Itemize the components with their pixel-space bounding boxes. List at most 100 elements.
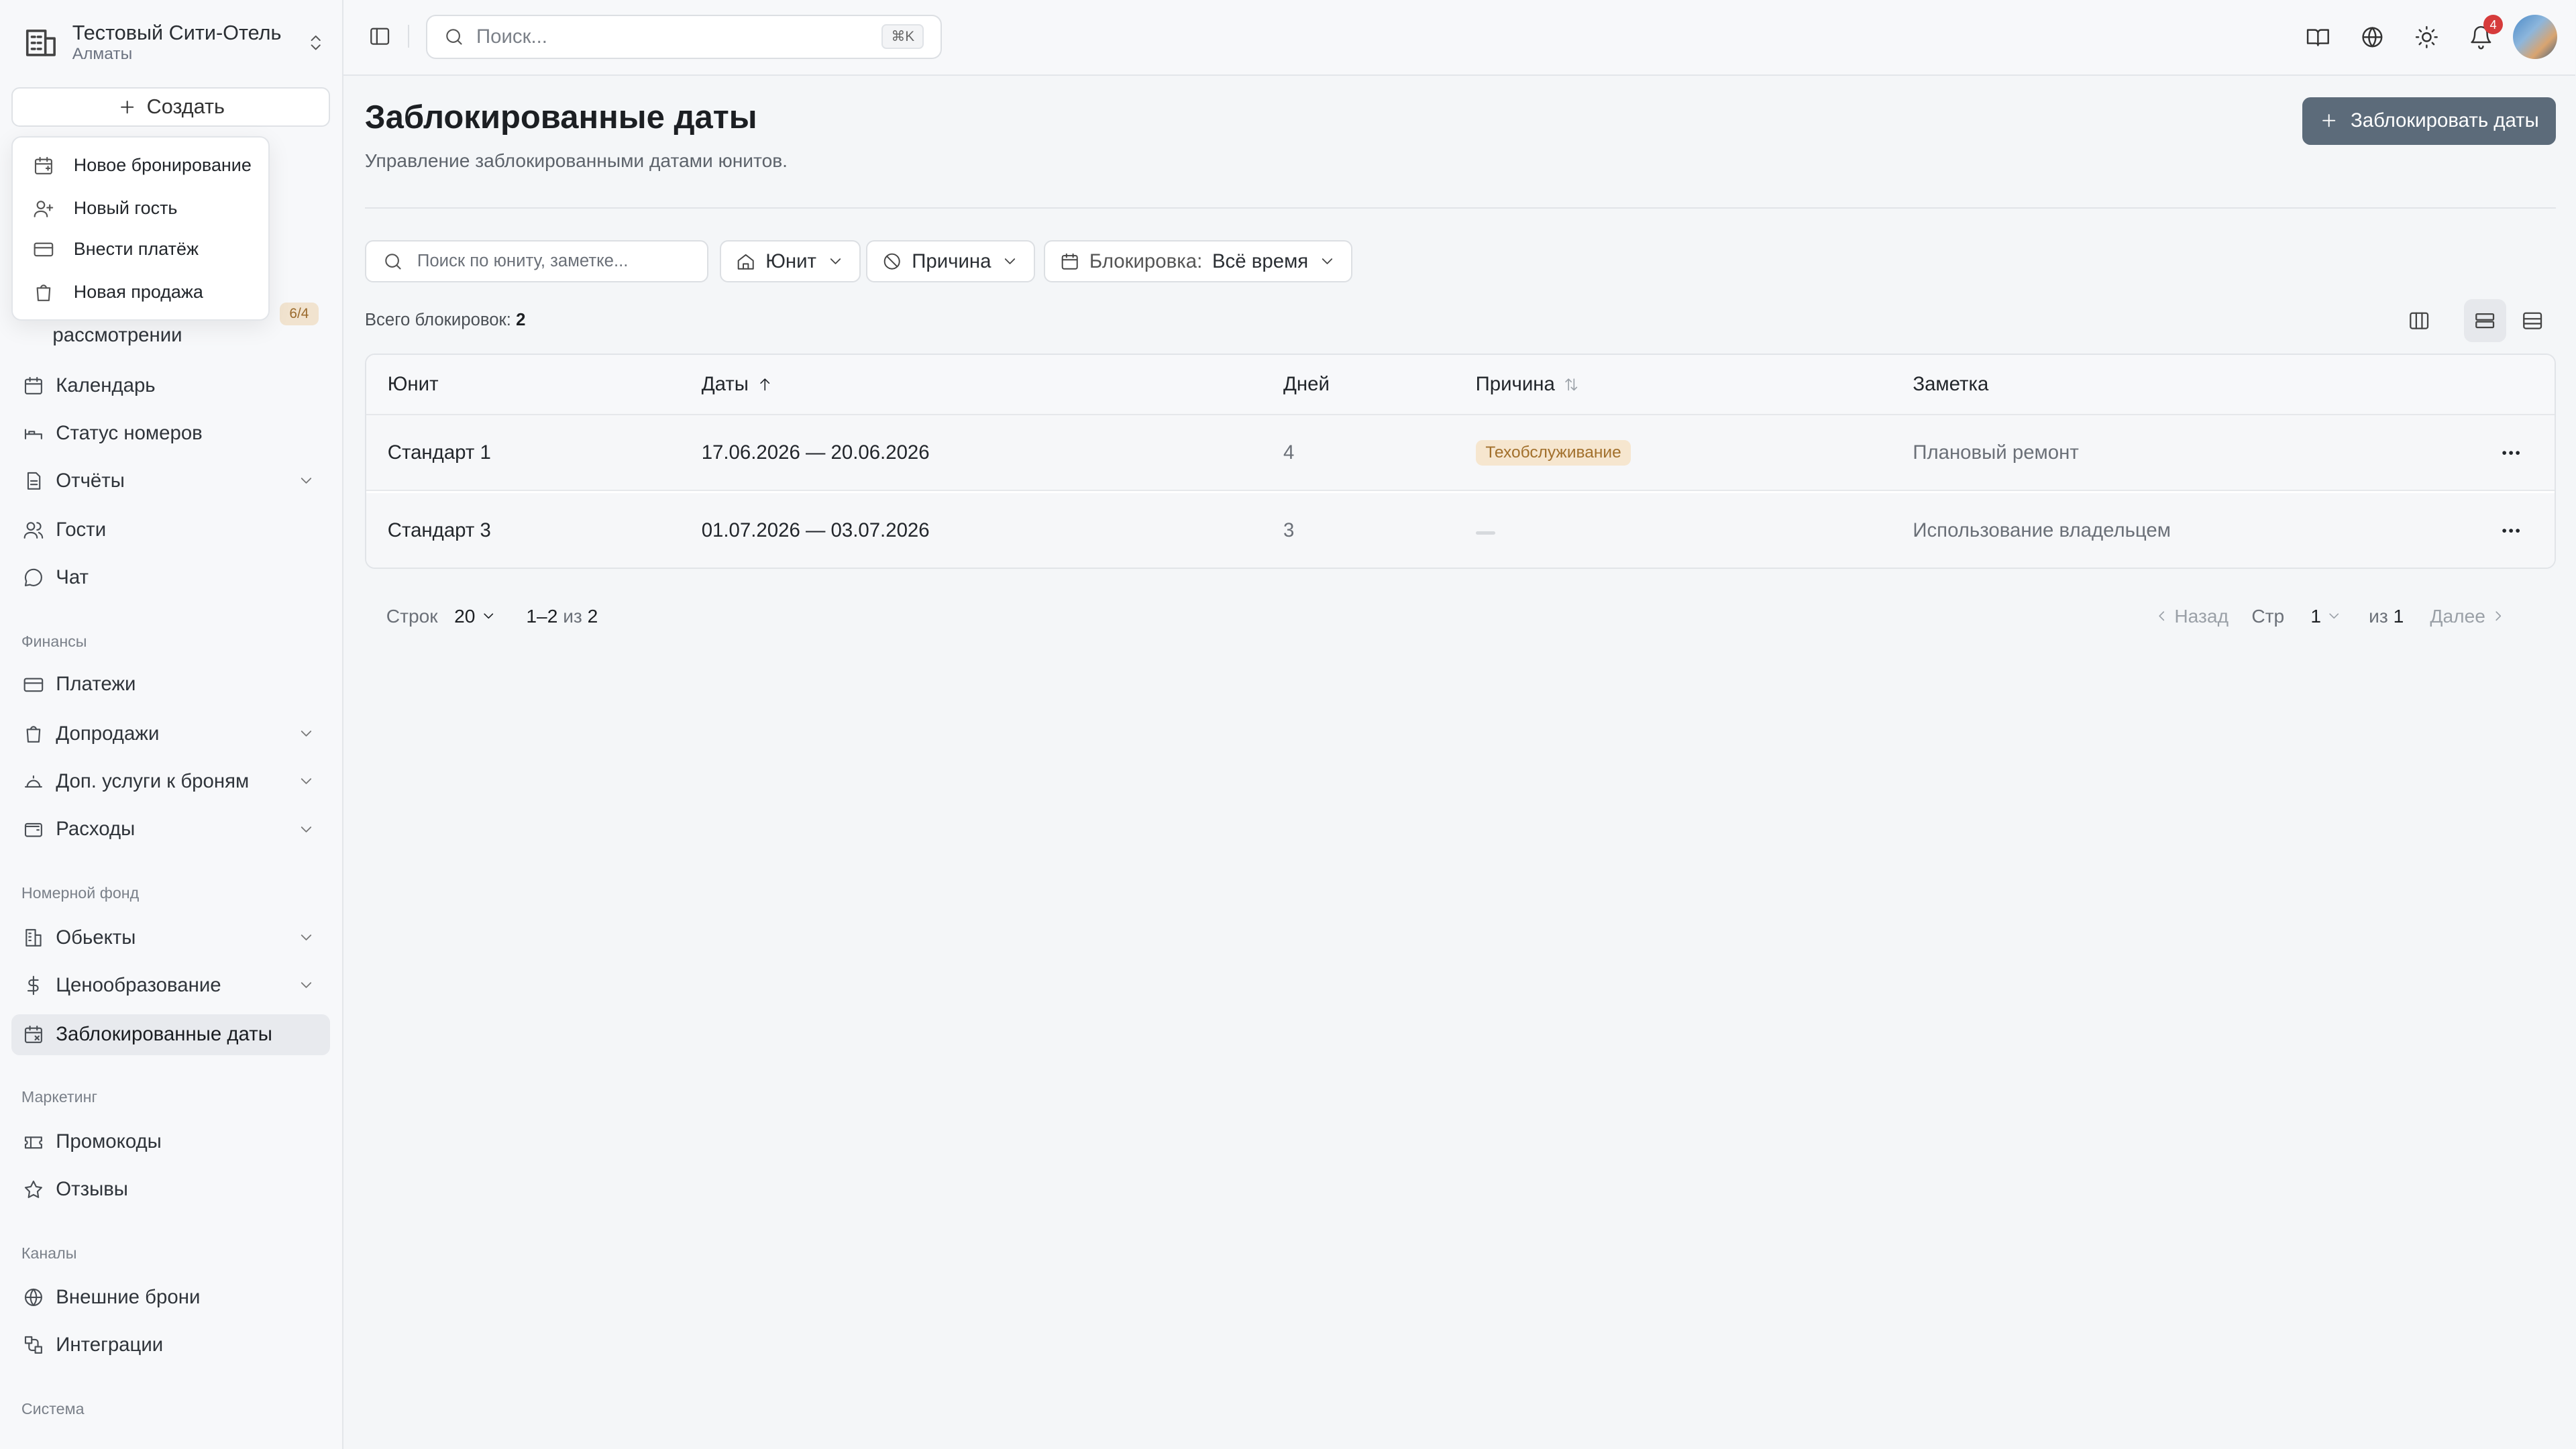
page-value: 1 (2310, 605, 2322, 627)
sidebar: Тестовый Сити-Отель Алматы Создать 6/4 р… (0, 0, 344, 1449)
cell-note: Использование владельцем (1913, 519, 2171, 541)
sort-asc-icon (760, 378, 770, 391)
sidebar-item-label: Отзывы (56, 1177, 128, 1200)
integration-icon (25, 1336, 43, 1354)
chevron-down-icon (301, 778, 312, 785)
hotel-switcher[interactable]: Тестовый Сити-Отель Алматы (23, 18, 325, 68)
next-label: Далее (2430, 605, 2485, 627)
column-label: Дней (1283, 373, 1330, 396)
reason-filter-label: Причина (912, 250, 991, 272)
book-icon[interactable] (2306, 25, 2330, 50)
compact-view-button[interactable] (2512, 299, 2555, 342)
sidebar-item-external-bookings[interactable]: Внешние брони (11, 1277, 330, 1318)
page-select[interactable]: 1 (2310, 605, 2343, 627)
table-row[interactable]: Стандарт 1 17.06.2026 — 20.06.2026 4 Тех… (366, 415, 2555, 492)
cell-days: 3 (1283, 519, 1295, 541)
sidebar-item-reviews[interactable]: Отзывы (11, 1169, 330, 1210)
sidebar-item-expenses[interactable]: Расходы (11, 808, 330, 849)
sidebar-item-reports[interactable]: Отчёты (11, 460, 330, 501)
card-icon (23, 678, 44, 692)
table-search-input[interactable] (417, 252, 697, 272)
total-count: Всего блокировок: 2 (365, 311, 526, 330)
menu-item-label: Новый гость (73, 198, 178, 219)
chevron-down-icon (484, 613, 493, 619)
menu-item-new-guest[interactable]: Новый гость (13, 189, 271, 228)
table-header: Юнит Даты Дней Причина Заметка (366, 354, 2555, 416)
pagination: Назад Стр 1 из 1 Далее (2153, 602, 2507, 631)
rows-icon (2475, 313, 2495, 328)
sidebar-toggle-icon[interactable] (368, 25, 391, 48)
more-horizontal-icon[interactable] (2500, 441, 2522, 464)
column-header-unit[interactable]: Юнит (388, 355, 439, 415)
sidebar-item-chat[interactable]: Чат (11, 557, 330, 598)
sidebar-item-room-status[interactable]: Статус номеров (11, 413, 330, 453)
chevron-down-icon (301, 934, 312, 941)
column-header-note[interactable]: Заметка (1913, 355, 1988, 415)
sidebar-item-booking-extras[interactable]: Доп. услуги к броням (11, 761, 330, 802)
hotel-city: Алматы (72, 45, 133, 64)
table-search[interactable] (364, 239, 708, 283)
language-globe-icon[interactable] (2360, 25, 2385, 50)
notification-count-badge: 4 (2483, 15, 2504, 35)
column-label: Юнит (387, 373, 439, 396)
sidebar-item-calendar[interactable]: Календарь (11, 365, 330, 406)
pending-count-badge: 6/4 (279, 302, 319, 326)
menu-item-new-booking[interactable]: Новое бронирование (13, 146, 271, 186)
chevron-left-icon (2158, 611, 2164, 621)
sidebar-item-blocked-dates[interactable]: Заблокированные даты (11, 1014, 331, 1055)
next-page-button[interactable]: Далее (2430, 605, 2506, 627)
sidebar-item-pricing[interactable]: Ценообразование (11, 965, 330, 1006)
sidebar-item-integrations[interactable]: Интеграции (11, 1325, 330, 1366)
columns-view-button[interactable] (2398, 299, 2441, 342)
chevron-down-icon (301, 826, 312, 833)
avatar[interactable] (2513, 15, 2558, 60)
sidebar-item-pending-label[interactable]: рассмотрении (52, 324, 182, 347)
prev-page-button[interactable]: Назад (2153, 605, 2229, 627)
period-filter[interactable]: Блокировка: Всё время (1043, 239, 1352, 283)
menu-item-new-sale[interactable]: Новая продажа (13, 272, 271, 312)
column-label: Заметка (1913, 373, 1989, 396)
chevron-down-icon (1004, 258, 1016, 264)
column-header-reason[interactable]: Причина (1476, 355, 1580, 415)
reason-filter[interactable]: Причина (866, 239, 1036, 283)
sidebar-item-label: Интеграции (56, 1334, 164, 1356)
bag-icon (36, 284, 50, 301)
block-dates-label: Заблокировать даты (2350, 109, 2539, 132)
sidebar-item-guests[interactable]: Гости (11, 510, 330, 551)
theme-sun-icon[interactable] (2414, 25, 2439, 50)
more-horizontal-icon[interactable] (2500, 519, 2522, 542)
range-to: 2 (547, 605, 558, 627)
unit-filter[interactable]: Юнит (720, 239, 861, 283)
menu-item-label: Внести платёж (73, 239, 199, 260)
global-search[interactable]: ⌘K (425, 15, 942, 60)
sidebar-item-properties[interactable]: Обьекты (11, 917, 330, 958)
bell-service-icon (25, 775, 43, 788)
column-header-days[interactable]: Дней (1283, 355, 1330, 415)
block-dates-button[interactable]: Заблокировать даты (2302, 97, 2556, 145)
range-of: из (563, 605, 582, 627)
chevron-down-icon (301, 731, 312, 737)
menu-item-add-payment[interactable]: Внести платёж (13, 230, 271, 270)
page-of-label: из (2369, 605, 2388, 627)
page-total: 1 (2393, 605, 2404, 627)
plus-icon (120, 100, 133, 113)
table-row[interactable]: Стандарт 3 01.07.2026 — 03.07.2026 3 Исп… (366, 492, 2555, 568)
search-icon (446, 29, 462, 45)
create-button[interactable]: Создать (11, 87, 331, 127)
comfortable-view-button[interactable] (2463, 299, 2507, 342)
sidebar-item-upsells[interactable]: Допродажи (11, 713, 330, 754)
column-header-dates[interactable]: Даты (702, 355, 773, 415)
sidebar-item-label: Обьекты (56, 926, 136, 949)
sidebar-item-label: Чат (56, 566, 89, 589)
global-search-input[interactable] (476, 25, 871, 49)
page-of: из 1 (2369, 605, 2404, 627)
create-label: Создать (146, 95, 225, 118)
sidebar-item-payments[interactable]: Платежи (11, 664, 330, 705)
page-title: Заблокированные даты (364, 99, 757, 136)
sidebar-item-label: Внешние брони (56, 1286, 201, 1309)
sidebar-item-label: Допродажи (56, 722, 160, 745)
rows-select[interactable]: 20 (454, 605, 496, 627)
sidebar-item-promocodes[interactable]: Промокоды (11, 1121, 330, 1162)
divider (364, 207, 2556, 209)
rows-label: Строк (386, 605, 438, 627)
